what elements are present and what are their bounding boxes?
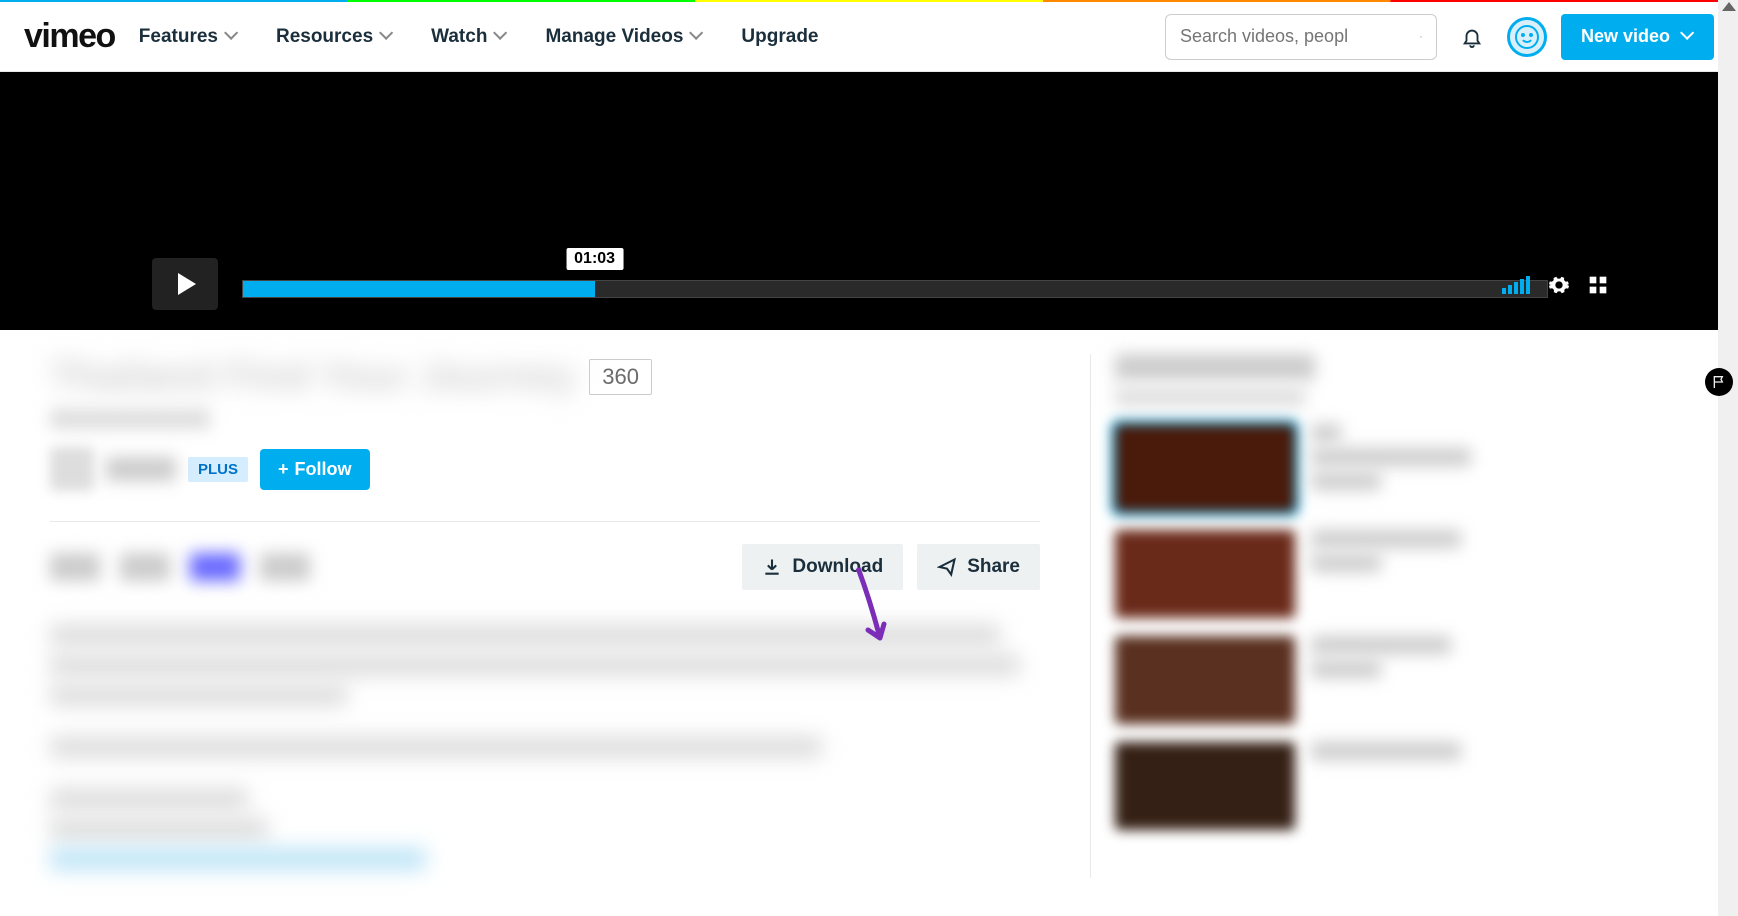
nav-label: Resources bbox=[276, 26, 373, 48]
vimeo-logo[interactable]: vimeo bbox=[24, 17, 115, 56]
fullscreen-icon[interactable] bbox=[1588, 275, 1608, 295]
share-button[interactable]: Share bbox=[917, 544, 1040, 590]
settings-icon[interactable] bbox=[1548, 274, 1570, 296]
avatar-face-icon bbox=[1515, 25, 1539, 49]
related-video[interactable] bbox=[1115, 424, 1688, 512]
notifications-icon[interactable] bbox=[1461, 26, 1483, 48]
nav-label: Manage Videos bbox=[545, 26, 683, 48]
thumbnail bbox=[1115, 636, 1295, 724]
scrollbar[interactable] bbox=[1718, 0, 1738, 916]
report-flag-button[interactable] bbox=[1705, 368, 1733, 396]
progress-bar[interactable] bbox=[242, 280, 1548, 298]
video-player[interactable]: 01:03 bbox=[0, 72, 1738, 330]
scroll-up-arrow[interactable] bbox=[1722, 2, 1736, 11]
new-video-button[interactable]: New video bbox=[1561, 14, 1714, 60]
search-input[interactable] bbox=[1180, 26, 1412, 47]
author-name[interactable] bbox=[106, 457, 176, 481]
search-icon bbox=[1420, 27, 1422, 47]
nav-resources[interactable]: Resources bbox=[276, 26, 393, 48]
nav-label: Features bbox=[139, 26, 218, 48]
download-button[interactable]: Download bbox=[742, 544, 903, 590]
nav-manage-videos[interactable]: Manage Videos bbox=[545, 26, 703, 48]
thumbnail bbox=[1115, 530, 1295, 618]
nav-features[interactable]: Features bbox=[139, 26, 238, 48]
download-icon bbox=[762, 557, 782, 577]
nav-watch[interactable]: Watch bbox=[431, 26, 507, 48]
chevron-down-icon bbox=[493, 30, 507, 44]
download-label: Download bbox=[792, 556, 883, 578]
chevron-down-icon bbox=[1680, 30, 1694, 44]
related-video[interactable] bbox=[1115, 742, 1688, 830]
related-video[interactable] bbox=[1115, 530, 1688, 618]
thumbnail bbox=[1115, 424, 1295, 512]
related-video[interactable] bbox=[1115, 636, 1688, 724]
video-title: Thailand Find Your Journey bbox=[50, 354, 575, 399]
search-box[interactable] bbox=[1165, 14, 1437, 60]
chevron-down-icon bbox=[379, 30, 393, 44]
badge-360: 360 bbox=[589, 359, 652, 395]
chevron-down-icon bbox=[689, 30, 703, 44]
video-description bbox=[50, 624, 1040, 870]
avatar[interactable] bbox=[1507, 17, 1547, 57]
share-label: Share bbox=[967, 556, 1020, 578]
chevron-down-icon bbox=[224, 30, 238, 44]
time-tooltip: 01:03 bbox=[566, 248, 623, 270]
author-avatar[interactable] bbox=[50, 447, 94, 491]
video-stats bbox=[50, 553, 310, 581]
sidebar-heading bbox=[1115, 354, 1315, 380]
play-button[interactable] bbox=[152, 258, 218, 310]
follow-button[interactable]: + Follow bbox=[260, 449, 370, 490]
nav-upgrade[interactable]: Upgrade bbox=[741, 26, 818, 48]
share-icon bbox=[937, 557, 957, 577]
plus-icon: + bbox=[278, 459, 289, 480]
nav-label: Upgrade bbox=[741, 26, 818, 48]
flag-icon bbox=[1711, 374, 1727, 390]
new-video-label: New video bbox=[1581, 26, 1670, 47]
sidebar-subheading bbox=[1115, 388, 1305, 406]
volume-control[interactable] bbox=[1502, 276, 1530, 294]
plus-badge: PLUS bbox=[188, 457, 248, 482]
video-meta bbox=[50, 409, 210, 429]
progress-fill bbox=[243, 281, 595, 297]
thumbnail bbox=[1115, 742, 1295, 830]
follow-label: Follow bbox=[295, 459, 352, 480]
nav-label: Watch bbox=[431, 26, 487, 48]
